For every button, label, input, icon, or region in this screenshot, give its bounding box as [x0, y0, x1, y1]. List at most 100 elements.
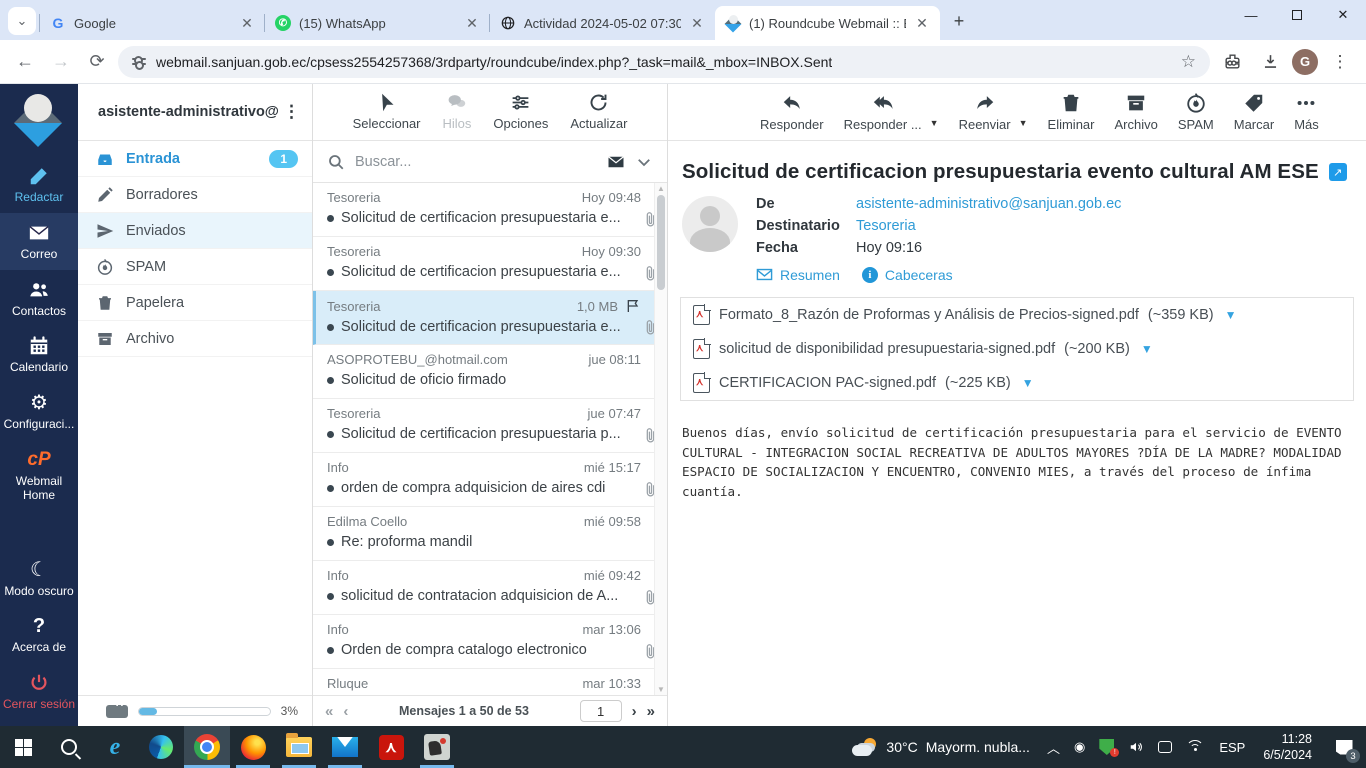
taskbar-app[interactable]	[414, 726, 460, 768]
start-button[interactable]	[0, 726, 46, 768]
taskbar-mail[interactable]	[322, 726, 368, 768]
tab-whatsapp[interactable]: ✆ (15) WhatsApp ✕	[264, 6, 490, 40]
close-tab-icon[interactable]: ✕	[464, 15, 480, 32]
search-scope-mail-icon[interactable]	[607, 153, 625, 171]
folder-archivo[interactable]: Archivo	[78, 321, 312, 357]
taskbar-ie[interactable]: e	[92, 726, 138, 768]
message-row[interactable]: Edilma Coello mié 09:58 Re: proforma mand…	[313, 507, 667, 561]
chevron-down-icon[interactable]	[635, 153, 653, 171]
browser-menu-icon[interactable]: ⋮	[1324, 46, 1356, 78]
taskbar-clock[interactable]: 11:28 6/5/2024	[1253, 731, 1322, 764]
scrollbar-thumb[interactable]	[657, 195, 665, 290]
attachment-name[interactable]: solicitud de disponibilidad presupuestar…	[719, 341, 1055, 357]
flag-icon[interactable]	[625, 298, 641, 314]
close-tab-icon[interactable]: ✕	[239, 15, 255, 32]
folder-borradores[interactable]: Borradores	[78, 177, 312, 213]
taskbar-chrome[interactable]	[184, 726, 230, 768]
bookmark-star-icon[interactable]: ☆	[1181, 52, 1196, 72]
message-row[interactable]: Tesoreria jue 07:47 Solicitud de certific…	[313, 399, 667, 453]
headers-link[interactable]: i Cabeceras	[861, 266, 953, 283]
sidebar-item-modo-oscuro[interactable]: ☾ Modo oscuro	[0, 550, 78, 607]
message-row-selected[interactable]: Tesoreria 1,0 MB Solicitud de certificaci…	[313, 291, 667, 345]
folder-enviados[interactable]: Enviados	[78, 213, 312, 249]
taskbar-explorer[interactable]	[276, 726, 322, 768]
reply-all-button[interactable]: Responder ...	[844, 92, 922, 132]
message-row[interactable]: Info mié 09:42 solicitud de contratacion …	[313, 561, 667, 615]
sidebar-item-configuracion[interactable]: ⚙ Configuraci...	[0, 383, 78, 440]
archive-button[interactable]: Archivo	[1115, 92, 1158, 132]
message-row[interactable]: Tesoreria Hoy 09:48 Solicitud de certific…	[313, 183, 667, 237]
message-row[interactable]: ASOPROTEBU_@hotmail.com jue 08:11 Solicit…	[313, 345, 667, 399]
header-to-address[interactable]: Tesoreria	[856, 218, 916, 234]
search-bar[interactable]: Buscar...	[313, 141, 667, 183]
last-page-icon[interactable]: »	[647, 703, 655, 720]
folder-entrada[interactable]: Entrada 1	[78, 141, 312, 177]
forward-button[interactable]: →	[46, 47, 76, 77]
options-button[interactable]: Opciones	[493, 92, 548, 131]
scroll-up-icon[interactable]: ▲	[657, 184, 666, 193]
address-bar[interactable]: webmail.sanjuan.gob.ec/cpsess2554257368/…	[118, 45, 1210, 78]
sidebar-item-cerrar-sesion[interactable]: Cerrar sesión	[0, 663, 78, 726]
folder-spam[interactable]: SPAM	[78, 249, 312, 285]
forward-button[interactable]: Reenviar	[959, 92, 1011, 132]
site-settings-icon[interactable]	[132, 56, 146, 70]
attachment-name[interactable]: Formato_8_Razón de Proformas y Análisis …	[719, 307, 1139, 323]
tab-google[interactable]: G Google ✕	[39, 6, 265, 40]
close-tab-icon[interactable]: ✕	[914, 15, 930, 32]
tab-search-button[interactable]: ⌄	[8, 7, 36, 35]
refresh-button[interactable]: Actualizar	[570, 92, 627, 131]
summary-link[interactable]: Resumen	[756, 266, 840, 283]
attachment-menu-icon[interactable]: ▼	[1141, 342, 1153, 356]
extensions-icon[interactable]	[1216, 46, 1248, 78]
taskbar-acrobat[interactable]: ⋏	[368, 726, 414, 768]
taskbar-weather[interactable]: 30°C Mayorm. nubla...	[842, 738, 1040, 756]
close-window-button[interactable]: ✕	[1320, 0, 1366, 30]
sidebar-item-acerca-de[interactable]: ? Acerca de	[0, 606, 78, 663]
attachment-item[interactable]: ⋏ solicitud de disponibilidad presupuest…	[681, 332, 1353, 366]
network-icon[interactable]	[1179, 740, 1211, 754]
reload-button[interactable]: ⟳	[82, 47, 112, 77]
scroll-down-icon[interactable]: ▼	[657, 685, 666, 694]
forward-menu-caret-icon[interactable]: ▼	[1019, 118, 1028, 128]
profile-avatar[interactable]: G	[1292, 48, 1318, 75]
message-row[interactable]: Info mar 13:06 Orden de compra catalogo e…	[313, 615, 667, 669]
list-scrollbar[interactable]: ▲ ▼	[654, 183, 667, 695]
first-page-icon[interactable]: «	[325, 703, 333, 720]
minimize-button[interactable]: —	[1228, 0, 1274, 30]
spam-button[interactable]: SPAM	[1178, 92, 1214, 132]
close-tab-icon[interactable]: ✕	[689, 15, 705, 32]
attachment-menu-icon[interactable]: ▼	[1225, 308, 1237, 322]
attachment-menu-icon[interactable]: ▼	[1022, 376, 1034, 390]
threads-button[interactable]: Hilos	[443, 92, 471, 131]
page-input[interactable]	[579, 700, 622, 722]
open-in-new-window-icon[interactable]: ↗	[1328, 163, 1347, 181]
message-row[interactable]: Rluque mar 10:33	[313, 669, 667, 695]
reply-menu-caret-icon[interactable]: ▼	[930, 118, 939, 128]
snip-icon[interactable]	[1151, 741, 1179, 753]
back-button[interactable]: ←	[10, 47, 40, 77]
maximize-button[interactable]	[1274, 0, 1320, 30]
language-indicator[interactable]: ESP	[1211, 740, 1253, 755]
attachment-item[interactable]: ⋏ CERTIFICACION PAC-signed.pdf (~225 KB)…	[681, 366, 1353, 400]
volume-icon[interactable]	[1121, 740, 1151, 754]
select-button[interactable]: Seleccionar	[353, 92, 421, 131]
sidebar-item-contactos[interactable]: Contactos	[0, 270, 78, 327]
sidebar-item-calendario[interactable]: Calendario	[0, 326, 78, 383]
next-page-icon[interactable]: ›	[632, 703, 637, 720]
message-row[interactable]: Info mié 15:17 orden de compra adquisicio…	[313, 453, 667, 507]
downloads-icon[interactable]	[1254, 46, 1286, 78]
tray-expand-icon[interactable]: ︿	[1040, 738, 1067, 757]
new-tab-button[interactable]: +	[946, 8, 972, 34]
antivirus-icon[interactable]	[1092, 739, 1121, 757]
sidebar-item-correo[interactable]: Correo	[0, 212, 78, 270]
tab-actividad[interactable]: Actividad 2024-05-02 07:30:00 ✕	[489, 6, 715, 40]
reply-button[interactable]: Responder	[760, 92, 824, 132]
mark-button[interactable]: Marcar	[1234, 92, 1274, 132]
header-from-address[interactable]: asistente-administrativo@sanjuan.gob.ec	[856, 196, 1121, 212]
taskbar-search-button[interactable]	[46, 726, 92, 768]
message-row[interactable]: Tesoreria Hoy 09:30 Solicitud de certific…	[313, 237, 667, 291]
folder-options-icon[interactable]: ⋮	[279, 102, 304, 122]
taskbar-firefox[interactable]	[230, 726, 276, 768]
sidebar-item-webmail-home[interactable]: cP Webmail Home	[0, 440, 78, 511]
prev-page-icon[interactable]: ‹	[343, 703, 348, 720]
